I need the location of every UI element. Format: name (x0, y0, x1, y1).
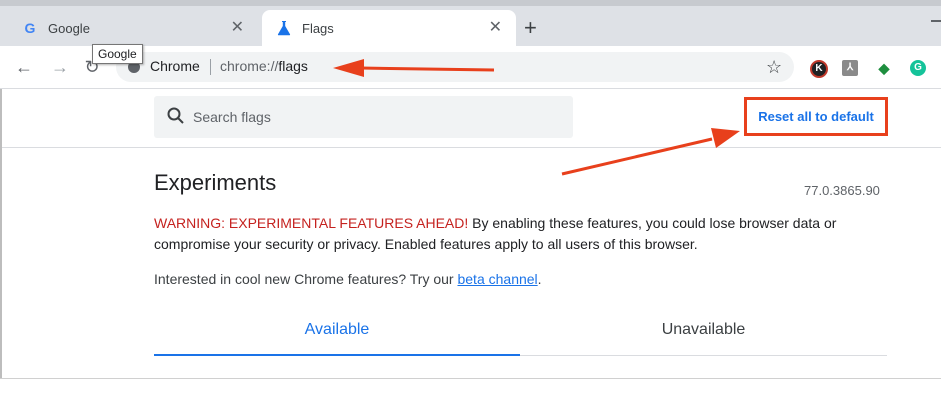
browser-window: G Google ✕ Flags ✕ + ← → ↻ Chrome chrome… (0, 0, 941, 397)
annotation-arrow-url (333, 59, 495, 77)
annotation-arrow-reset (561, 128, 740, 176)
annotation-overlay (333, 59, 740, 176)
